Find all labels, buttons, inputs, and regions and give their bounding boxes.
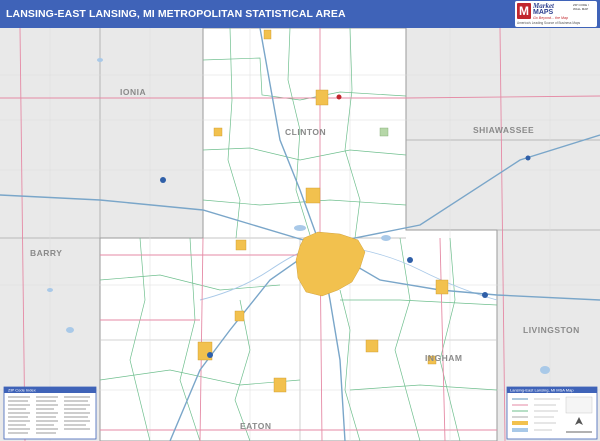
county-label: IONIA	[120, 87, 146, 97]
town-area[interactable]	[435, 279, 449, 295]
logo-subtitle: America's Leading Source of Business Map…	[517, 21, 581, 25]
town-area[interactable]	[234, 310, 245, 322]
county-label: BARRY	[30, 248, 62, 258]
msa-map[interactable]: IONIA CLINTON SHIAWASSEE BARRY LIVINGSTO…	[0, 28, 600, 441]
town-area[interactable]	[263, 29, 272, 40]
county-label: INGHAM	[425, 353, 462, 363]
legend-title: Lansing-East Lansing, MI MSA Map	[510, 388, 574, 393]
county-label: EATON	[240, 421, 271, 431]
logo-brand-bottom: MAPS	[533, 9, 554, 16]
logo-info: ZIP CODE / WALL MAP	[573, 3, 589, 11]
town-area[interactable]	[213, 127, 223, 137]
logo-tagline: Go Beyond... the Map	[533, 16, 568, 20]
town-area[interactable]	[315, 89, 329, 106]
brand-logo[interactable]: M Market MAPS Go Beyond... the Map Ameri…	[515, 1, 597, 27]
legend-panel[interactable]: Lansing-East Lansing, MI MSA Map	[506, 386, 598, 440]
county-label: SHIAWASSEE	[473, 125, 534, 135]
zip-index-panel[interactable]: ZIP Code Index	[3, 386, 97, 440]
map-page: LANSING-EAST LANSING, MI METROPOLITAN ST…	[0, 0, 600, 441]
logo-mark-icon: M	[517, 3, 531, 19]
title-bar: LANSING-EAST LANSING, MI METROPOLITAN ST…	[0, 0, 600, 28]
county-label: LIVINGSTON	[523, 325, 580, 335]
county-label: CLINTON	[285, 127, 326, 137]
town-area[interactable]	[365, 339, 379, 353]
town-area[interactable]	[235, 239, 247, 251]
map-title: LANSING-EAST LANSING, MI METROPOLITAN ST…	[6, 8, 346, 20]
park-area	[379, 127, 389, 137]
town-area[interactable]	[305, 187, 321, 204]
zip-index-title: ZIP Code Index	[8, 388, 36, 393]
town-area[interactable]	[273, 377, 287, 393]
